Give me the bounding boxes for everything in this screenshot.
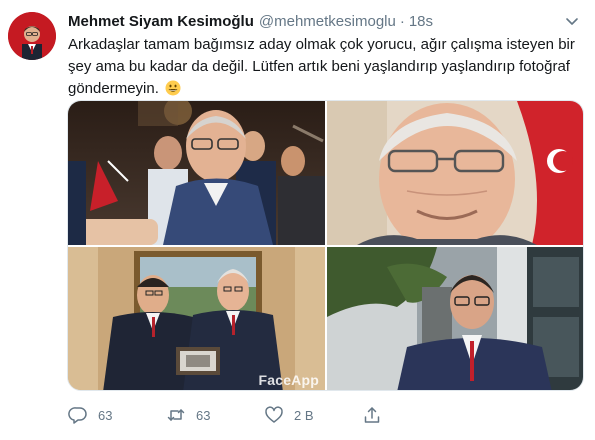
tweet-header: Mehmet Siyam Kesimoğlu @mehmetkesimoglu …	[68, 10, 583, 32]
avatar[interactable]	[8, 12, 56, 60]
tweet[interactable]: Mehmet Siyam Kesimoğlu @mehmetkesimoglu …	[0, 0, 595, 440]
like-button[interactable]: 2 B	[264, 405, 362, 425]
tweet-actions: 63 63 2 B	[68, 404, 448, 426]
separator-dot: ·	[399, 12, 405, 30]
retweet-icon	[167, 409, 185, 421]
photo-4[interactable]	[327, 247, 583, 390]
author-handle[interactable]: @mehmetkesimoglu	[259, 13, 396, 30]
photo-2[interactable]	[327, 101, 583, 245]
reply-count: 63	[98, 407, 113, 423]
like-count: 2 B	[294, 407, 314, 423]
author-name[interactable]: Mehmet Siyam Kesimoğlu	[68, 13, 254, 30]
media-grid[interactable]: FaceApp	[67, 100, 584, 391]
reply-button[interactable]: 63	[68, 405, 166, 425]
faceapp-watermark: FaceApp	[258, 372, 319, 388]
reply-icon	[68, 407, 87, 424]
retweet-count: 63	[196, 407, 211, 423]
retweet-button[interactable]: 63	[166, 405, 264, 425]
grinning-face-emoji-icon	[165, 80, 181, 96]
chevron-down-icon[interactable]	[563, 12, 581, 30]
photo-3[interactable]: FaceApp	[68, 247, 325, 390]
tweet-text-content: Arkadaşlar tamam bağımsız aday olmak çok…	[68, 36, 575, 97]
photo-1[interactable]	[68, 101, 325, 245]
share-icon	[364, 407, 380, 423]
timestamp[interactable]: 18s	[409, 13, 433, 30]
tweet-text: Arkadaşlar tamam bağımsız aday olmak çok…	[68, 34, 588, 100]
heart-icon	[265, 406, 283, 423]
share-button[interactable]	[362, 405, 392, 425]
